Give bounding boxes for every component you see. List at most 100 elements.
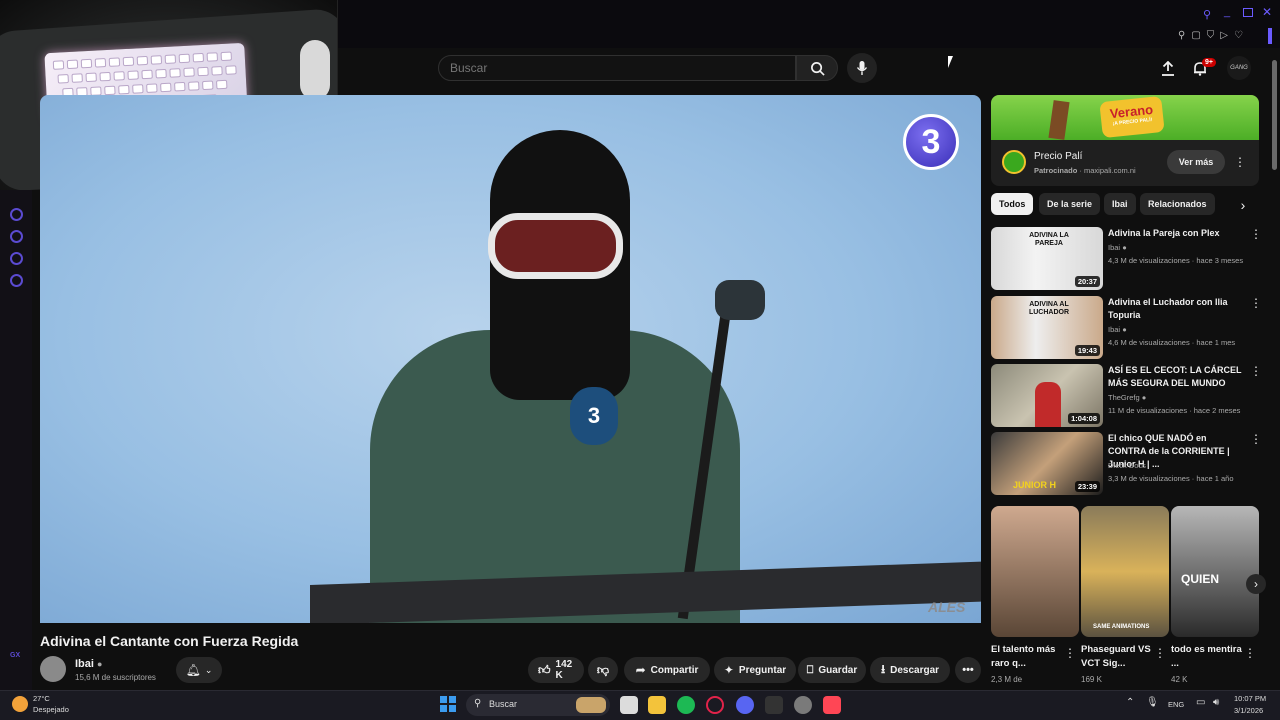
ad-sponsored-line: Patrocinado · maxipali.com.ni bbox=[1034, 166, 1136, 175]
rail-settings-icon[interactable] bbox=[10, 274, 23, 287]
share-icon: ➦ bbox=[635, 663, 646, 677]
short-menu-icon[interactable]: ⋮ bbox=[1154, 646, 1166, 660]
related-video[interactable]: JUNIOR H 23:39 El chico QUE NADÓ en CONT… bbox=[991, 432, 1262, 496]
language-indicator[interactable]: ENG bbox=[1168, 700, 1184, 709]
short-title[interactable]: El talento más raro q... bbox=[991, 643, 1063, 671]
search-highlight-image bbox=[576, 697, 606, 713]
video-thumbnail[interactable]: JUNIOR H 23:39 bbox=[991, 432, 1103, 495]
related-menu-icon[interactable]: ⋮ bbox=[1250, 227, 1262, 241]
shorts-next-button[interactable]: › bbox=[1246, 574, 1266, 594]
steam-icon[interactable] bbox=[794, 696, 812, 714]
app-tile-icon[interactable] bbox=[765, 696, 783, 714]
file-explorer-icon[interactable] bbox=[648, 696, 666, 714]
tray-chevron-icon[interactable]: ⌃ bbox=[1126, 697, 1134, 708]
task-view-icon[interactable] bbox=[620, 696, 638, 714]
microphone-figure bbox=[715, 280, 765, 320]
video-thumbnail[interactable]: 1:04:08 bbox=[991, 364, 1103, 427]
page-scrollbar[interactable] bbox=[1272, 60, 1277, 170]
video-thumbnail[interactable]: ADIVINA AL LUCHADOR 19:43 bbox=[991, 296, 1103, 359]
rail-history-icon[interactable] bbox=[10, 230, 23, 243]
ad-menu-icon[interactable]: ⋮ bbox=[1233, 152, 1247, 172]
network-icon[interactable]: ▭ bbox=[1196, 697, 1205, 708]
more-actions-button[interactable]: ••• bbox=[955, 657, 981, 683]
profile-label: GANG bbox=[1230, 65, 1248, 71]
taskbar-search[interactable]: ⚲ Buscar bbox=[466, 694, 610, 716]
short-thumbnail[interactable]: SAME ANIMATIONS bbox=[1081, 506, 1169, 637]
search-input[interactable] bbox=[439, 56, 795, 80]
maximize-icon[interactable] bbox=[1243, 8, 1253, 17]
search-box[interactable] bbox=[438, 55, 796, 81]
short-menu-icon[interactable]: ⋮ bbox=[1064, 646, 1076, 660]
related-channel[interactable]: Dieck Docs bbox=[1108, 461, 1146, 470]
voice-search-button[interactable] bbox=[847, 53, 877, 83]
chip-ibai[interactable]: Ibai bbox=[1104, 193, 1136, 215]
ad-banner[interactable]: Verano ¡A PRECIO PALÍ! bbox=[991, 95, 1259, 140]
related-channel[interactable]: Ibai ● bbox=[1108, 243, 1127, 252]
rail-player-icon[interactable] bbox=[10, 208, 23, 221]
browser-extension-icons[interactable]: ⚲▢⛉▷♡ bbox=[1178, 30, 1249, 41]
related-channel[interactable]: TheGrefg ● bbox=[1108, 393, 1146, 402]
clock-date[interactable]: 3/1/2026 bbox=[1234, 706, 1263, 715]
valorant-icon[interactable] bbox=[823, 696, 841, 714]
video-thumbnail[interactable]: ADIVINA LA PAREJA 20:37 bbox=[991, 227, 1103, 290]
mic-tray-icon[interactable]: 🎙︎ bbox=[1146, 697, 1159, 708]
create-upload-button[interactable] bbox=[1158, 58, 1178, 78]
video-duration: 19:43 bbox=[1074, 345, 1100, 356]
short-title[interactable]: Phaseguard VS VCT Sig... bbox=[1081, 643, 1153, 671]
advertiser-logo[interactable] bbox=[1002, 150, 1026, 174]
weather-temp[interactable]: 27°C bbox=[33, 694, 50, 703]
related-video[interactable]: ADIVINA AL LUCHADOR 19:43 Adivina el Luc… bbox=[991, 296, 1262, 360]
titlebar-search-icon[interactable]: ⚲ bbox=[1203, 8, 1211, 21]
ad-cta-button[interactable]: Ver más bbox=[1167, 150, 1225, 174]
close-icon[interactable]: ✕ bbox=[1262, 5, 1272, 19]
related-meta: 4,6 M de visualizaciones · hace 1 mes bbox=[1108, 338, 1236, 347]
start-button[interactable] bbox=[440, 696, 456, 712]
dislike-button[interactable]: 👎︎ bbox=[588, 657, 618, 683]
related-title[interactable]: Adivina la Pareja con Plex bbox=[1108, 227, 1246, 240]
volume-icon[interactable]: 🔊︎ bbox=[1213, 697, 1219, 708]
related-title[interactable]: ASÍ ES EL CECOT: LA CÁRCEL MÁS SEGURA DE… bbox=[1108, 364, 1246, 390]
chip-todos[interactable]: Todos bbox=[991, 193, 1034, 215]
related-menu-icon[interactable]: ⋮ bbox=[1250, 296, 1262, 310]
short-thumbnail[interactable]: QUIEN bbox=[1171, 506, 1259, 637]
upload-icon bbox=[1162, 60, 1174, 76]
weather-icon[interactable] bbox=[12, 696, 28, 712]
ad-banner-logo: Verano ¡A PRECIO PALÍ! bbox=[1099, 95, 1165, 139]
minimize-icon[interactable]: _ bbox=[1224, 6, 1230, 18]
discord-icon[interactable] bbox=[736, 696, 754, 714]
save-button[interactable]: ⎕ Guardar bbox=[798, 657, 866, 683]
subscription-bell-button[interactable]: 🔔︎ ⌄ bbox=[176, 657, 222, 683]
chips-next-icon[interactable]: › bbox=[1236, 196, 1250, 214]
related-title[interactable]: Adivina el Luchador con Ilia Topuria bbox=[1108, 296, 1246, 322]
short-thumbnail[interactable] bbox=[991, 506, 1079, 637]
opera-gx-icon[interactable] bbox=[706, 696, 724, 714]
spotify-icon[interactable] bbox=[677, 696, 695, 714]
related-video[interactable]: ADIVINA LA PAREJA 20:37 Adivina la Parej… bbox=[991, 227, 1262, 291]
download-button[interactable]: ⭳ Descargar bbox=[870, 657, 950, 683]
short-title[interactable]: todo es mentira ... bbox=[1171, 643, 1243, 671]
channel-watermark[interactable]: 3 bbox=[903, 114, 959, 170]
ask-button[interactable]: ✦ Preguntar bbox=[714, 657, 796, 683]
weather-desc: Despejado bbox=[33, 705, 69, 714]
hoodie-logo: 3 bbox=[570, 387, 618, 445]
profile-avatar[interactable]: GANG bbox=[1227, 56, 1251, 80]
video-player[interactable]: 3 ALES bbox=[40, 95, 981, 623]
channel-name[interactable]: Ibai ● bbox=[75, 658, 102, 670]
channel-avatar[interactable] bbox=[40, 656, 66, 682]
related-channel[interactable]: Ibai ● bbox=[1108, 325, 1127, 334]
advertiser-name[interactable]: Precio Palí bbox=[1034, 151, 1082, 162]
short-menu-icon[interactable]: ⋮ bbox=[1244, 646, 1256, 660]
related-video[interactable]: 1:04:08 ASÍ ES EL CECOT: LA CÁRCEL MÁS S… bbox=[991, 364, 1262, 428]
chip-relacionados[interactable]: Relacionados bbox=[1140, 193, 1215, 215]
sidebar-toggle-icon[interactable] bbox=[1268, 28, 1272, 44]
like-button[interactable]: 👍︎ 142 K bbox=[528, 657, 584, 683]
short-views: 169 K bbox=[1081, 675, 1102, 684]
related-menu-icon[interactable]: ⋮ bbox=[1250, 364, 1262, 378]
rail-extensions-icon[interactable] bbox=[10, 252, 23, 265]
related-menu-icon[interactable]: ⋮ bbox=[1250, 432, 1262, 446]
chip-de-la-serie[interactable]: De la serie bbox=[1039, 193, 1101, 215]
share-button[interactable]: ➦ Compartir bbox=[624, 657, 710, 683]
search-button[interactable] bbox=[796, 55, 838, 81]
clock-time[interactable]: 10:07 PM bbox=[1234, 694, 1266, 703]
rail-gx-label: GX bbox=[10, 652, 21, 659]
